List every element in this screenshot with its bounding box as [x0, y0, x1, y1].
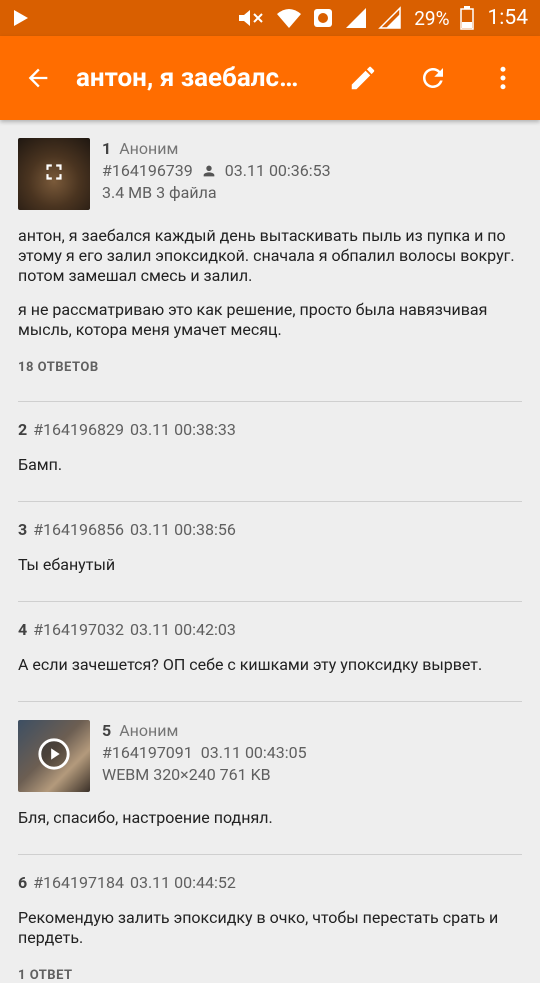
mute-icon: [236, 7, 266, 29]
post-number: 3: [18, 520, 28, 539]
post-paragraph: антон, я заебался каждый день вытаскиват…: [18, 226, 515, 285]
post-date: 03.11 00:38:33: [129, 420, 236, 439]
post-list: 1 Аноним #164196739 03.11 00:36:53 3.4 M…: [0, 120, 540, 983]
clock: 1:54: [487, 6, 529, 30]
post-body: А если зачешется? ОП себе с кишками эту …: [18, 655, 522, 675]
post-body: Бля, спасибо, настроение поднял.: [18, 808, 522, 828]
app-toolbar: антон, я заебалс…: [0, 36, 540, 120]
data-saver-icon: [312, 7, 334, 29]
post-date: 03.11 00:36:53: [224, 161, 331, 180]
play-icon: [12, 8, 30, 28]
post-body: Бамп.: [18, 455, 522, 475]
post-3[interactable]: 3 #164196856 03.11 00:38:56 Ты ебанутый: [18, 502, 522, 602]
post-meta: 1 Аноним #164196739 03.11 00:36:53 3.4 M…: [102, 138, 331, 204]
post-number: 4: [18, 620, 28, 639]
battery-percent: 29%: [414, 6, 450, 30]
post-number: 6: [18, 873, 28, 892]
signal-icon-2: [378, 6, 402, 30]
post-id[interactable]: #164197091: [102, 742, 193, 764]
post-meta: 3 #164196856 03.11 00:38:56: [18, 520, 522, 539]
post-id[interactable]: #164196739: [102, 160, 193, 182]
edit-icon[interactable]: [334, 49, 392, 107]
refresh-icon[interactable]: [404, 49, 462, 107]
post-meta: 5 Аноним #164197091 03.11 00:43:05 WEBM …: [102, 720, 307, 786]
post-paragraph: Бамп.: [18, 455, 63, 474]
post-paragraph: Рекомендую залить эпоксидку в очко, чтоб…: [18, 908, 499, 947]
post-body: антон, я заебался каждый день вытаскиват…: [18, 226, 522, 340]
post-number: 1: [102, 139, 112, 158]
post-5[interactable]: 5 Аноним #164197091 03.11 00:43:05 WEBM …: [18, 702, 522, 855]
post-date: 03.11 00:43:05: [200, 743, 307, 762]
post-6[interactable]: 6 #164197184 03.11 00:44:52 Рекомендую з…: [18, 855, 522, 983]
wifi-icon: [276, 7, 302, 29]
thread-title: антон, я заебалс…: [76, 63, 299, 93]
battery-icon: [459, 6, 474, 30]
play-circle-icon: [37, 737, 71, 775]
post-thumbnail[interactable]: [18, 720, 90, 792]
post-meta: 2 #164196829 03.11 00:38:33: [18, 420, 522, 439]
post-number: 2: [18, 420, 28, 439]
post-thumbnail[interactable]: [18, 138, 90, 210]
more-vertical-icon[interactable]: [474, 49, 532, 107]
post-body: Ты ебанутый: [18, 555, 522, 575]
post-paragraph: Бля, спасибо, настроение поднял.: [18, 808, 273, 827]
post-date: 03.11 00:42:03: [129, 620, 236, 639]
status-bar: 29% 1:54: [0, 0, 540, 36]
poster-name: Аноним: [119, 721, 179, 740]
post-id[interactable]: #164196856: [33, 520, 124, 539]
post-body: Рекомендую залить эпоксидку в очко, чтоб…: [18, 908, 522, 948]
signal-icon: [344, 6, 368, 30]
post-paragraph: А если зачешется? ОП себе с кишками эту …: [18, 655, 483, 674]
post-paragraph: я не рассматриваю это как решение, прост…: [18, 300, 488, 339]
post-id[interactable]: #164197184: [33, 873, 124, 892]
replies-link[interactable]: 1 ОТВЕТ: [18, 968, 522, 983]
post-2[interactable]: 2 #164196829 03.11 00:38:33 Бамп.: [18, 402, 522, 502]
post-4[interactable]: 4 #164197032 03.11 00:42:03 А если зачеш…: [18, 602, 522, 702]
file-info: WEBM 320×240 761 KB: [102, 765, 271, 784]
post-date: 03.11 00:44:52: [129, 873, 236, 892]
post-id[interactable]: #164197032: [33, 620, 124, 639]
post-date: 03.11 00:38:56: [129, 520, 236, 539]
poster-name: Аноним: [119, 139, 179, 158]
file-info: 3.4 MB 3 файла: [102, 183, 217, 202]
fullscreen-icon: [41, 159, 67, 189]
person-icon: [201, 163, 217, 179]
post-meta: 4 #164197032 03.11 00:42:03: [18, 620, 522, 639]
post-meta: 6 #164197184 03.11 00:44:52: [18, 873, 522, 892]
post-id[interactable]: #164196829: [33, 420, 124, 439]
arrow-back-icon[interactable]: [18, 58, 58, 98]
post-1[interactable]: 1 Аноним #164196739 03.11 00:36:53 3.4 M…: [18, 120, 522, 402]
post-number: 5: [102, 721, 112, 740]
post-paragraph: Ты ебанутый: [18, 555, 116, 574]
replies-link[interactable]: 18 ОТВЕТОВ: [18, 360, 522, 375]
